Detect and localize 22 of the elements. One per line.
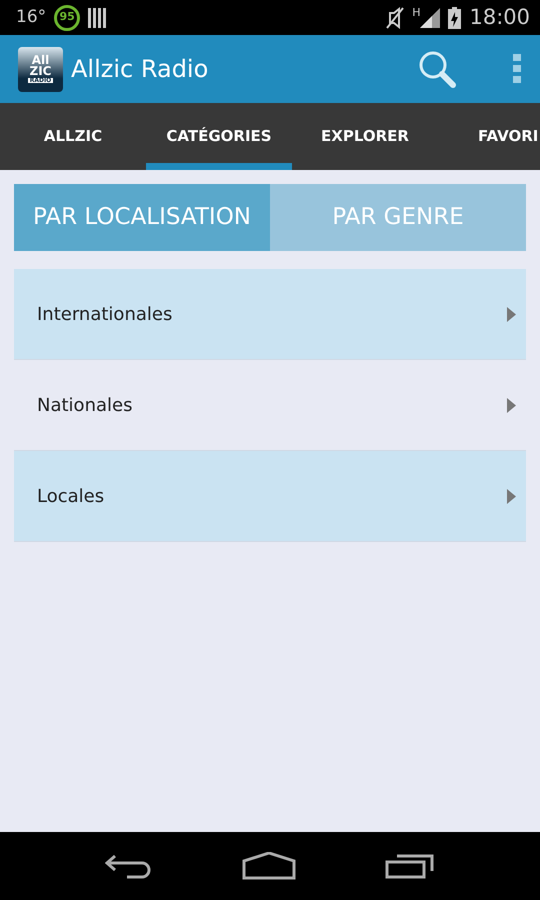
search-icon[interactable]	[417, 49, 457, 89]
home-icon[interactable]	[242, 852, 296, 880]
category-item[interactable]: Locales	[14, 451, 526, 542]
chevron-icon	[507, 488, 516, 504]
chevron-icon	[507, 398, 516, 412]
app-title: Allzic Radio	[71, 54, 210, 85]
category-item[interactable]: Internationales	[14, 269, 526, 360]
network-text: H	[412, 5, 420, 21]
tab[interactable]: CATÉGORIES	[146, 103, 292, 170]
tab[interactable]: FAVORI	[438, 103, 540, 170]
battery-icon	[448, 6, 462, 28]
battery-badge: 95	[54, 4, 80, 30]
signal-icon	[420, 8, 440, 28]
clock-text: 18:00	[469, 4, 530, 31]
recent-apps-icon[interactable]	[385, 853, 436, 879]
tab[interactable]: EXPLORER	[292, 103, 438, 170]
back-icon[interactable]	[104, 853, 153, 879]
barcode-icon	[88, 8, 106, 28]
chevron-icon	[507, 306, 516, 322]
tab[interactable]: ALLZIC	[0, 103, 146, 170]
mute-icon	[386, 6, 404, 28]
temperature-text: 16°	[16, 6, 46, 29]
